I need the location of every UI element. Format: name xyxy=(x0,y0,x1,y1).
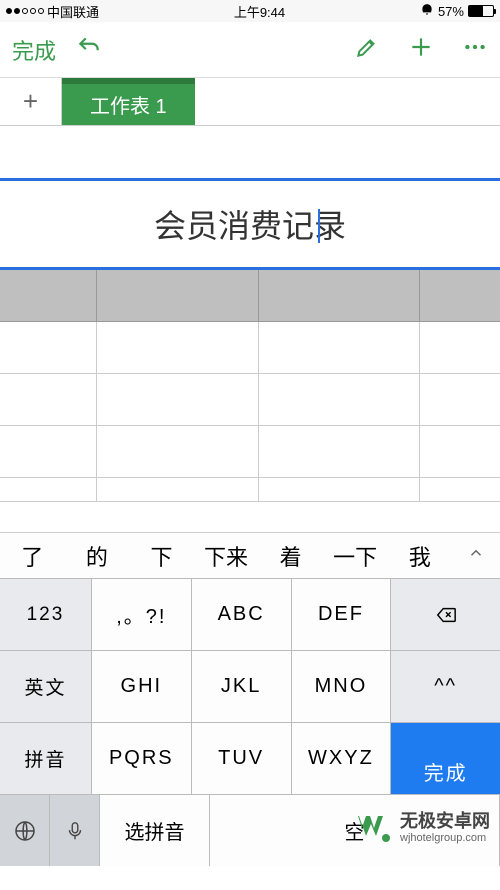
candidate-word[interactable]: 一下 xyxy=(323,540,388,572)
keyboard-done-key[interactable]: 完成 xyxy=(391,723,500,794)
key-pinyin[interactable]: 拼音 xyxy=(0,723,92,794)
merged-title-cell[interactable]: 会员消费记录 xyxy=(0,178,500,270)
key-tuv[interactable]: TUV xyxy=(192,723,292,794)
globe-key[interactable] xyxy=(0,795,50,866)
key-english[interactable]: 英文 xyxy=(0,651,92,722)
watermark-url: wjhotelgroup.com xyxy=(400,832,490,844)
candidate-word[interactable]: 下 xyxy=(129,540,194,572)
input-accessory xyxy=(0,502,500,532)
backspace-key[interactable] xyxy=(391,579,500,650)
done-button[interactable]: 完成 xyxy=(12,34,56,66)
key-123[interactable]: 123 xyxy=(0,579,92,650)
status-bar: 中国联通 上午9:44 57% xyxy=(0,0,500,22)
key-pqrs[interactable]: PQRS xyxy=(92,723,192,794)
watermark: 无极安卓网 wjhotelgroup.com xyxy=(354,808,490,848)
table-header-row[interactable] xyxy=(0,270,500,322)
key-caret[interactable]: ^^ xyxy=(391,651,500,722)
watermark-logo-icon xyxy=(354,808,394,848)
carrier-label: 中国联通 xyxy=(47,2,99,21)
expand-candidates-icon[interactable] xyxy=(452,544,500,567)
undo-icon[interactable] xyxy=(74,34,104,65)
table-row[interactable] xyxy=(0,426,500,478)
candidate-word[interactable]: 着 xyxy=(258,540,323,572)
more-icon[interactable] xyxy=(462,34,488,65)
toolbar: 完成 xyxy=(0,22,500,78)
key-abc[interactable]: ABC xyxy=(192,579,292,650)
paint-icon[interactable] xyxy=(354,34,380,65)
sheet-tabs: + 工作表 1 xyxy=(0,78,500,126)
candidate-word[interactable]: 下来 xyxy=(194,540,259,572)
clock: 上午9:44 xyxy=(234,2,285,21)
key-jkl[interactable]: JKL xyxy=(192,651,292,722)
candidate-word[interactable]: 了 xyxy=(0,540,65,572)
mic-key[interactable] xyxy=(50,795,100,866)
plus-icon[interactable] xyxy=(408,34,434,65)
table-row[interactable] xyxy=(0,322,500,374)
signal-dots-icon xyxy=(6,8,44,14)
candidate-word[interactable]: 的 xyxy=(65,540,130,572)
alarm-icon xyxy=(420,3,434,20)
add-sheet-button[interactable]: + xyxy=(0,78,62,125)
watermark-title: 无极安卓网 xyxy=(400,812,490,832)
battery-percent: 57% xyxy=(438,4,464,19)
key-punct[interactable]: ,。?! xyxy=(92,579,192,650)
key-def[interactable]: DEF xyxy=(292,579,392,650)
key-wxyz[interactable]: WXYZ xyxy=(292,723,392,794)
key-mno[interactable]: MNO xyxy=(292,651,392,722)
key-ghi[interactable]: GHI xyxy=(92,651,192,722)
candidate-word[interactable]: 我 xyxy=(387,540,452,572)
spreadsheet[interactable]: 会员消费记录 xyxy=(0,126,500,502)
table-row[interactable] xyxy=(0,478,500,502)
sheet-tab-1[interactable]: 工作表 1 xyxy=(62,78,195,125)
select-pinyin-key[interactable]: 选拼音 xyxy=(100,795,210,866)
battery-icon xyxy=(468,5,494,17)
candidate-bar: 了 的 下 下来 着 一下 我 xyxy=(0,532,500,578)
table-row[interactable] xyxy=(0,374,500,426)
